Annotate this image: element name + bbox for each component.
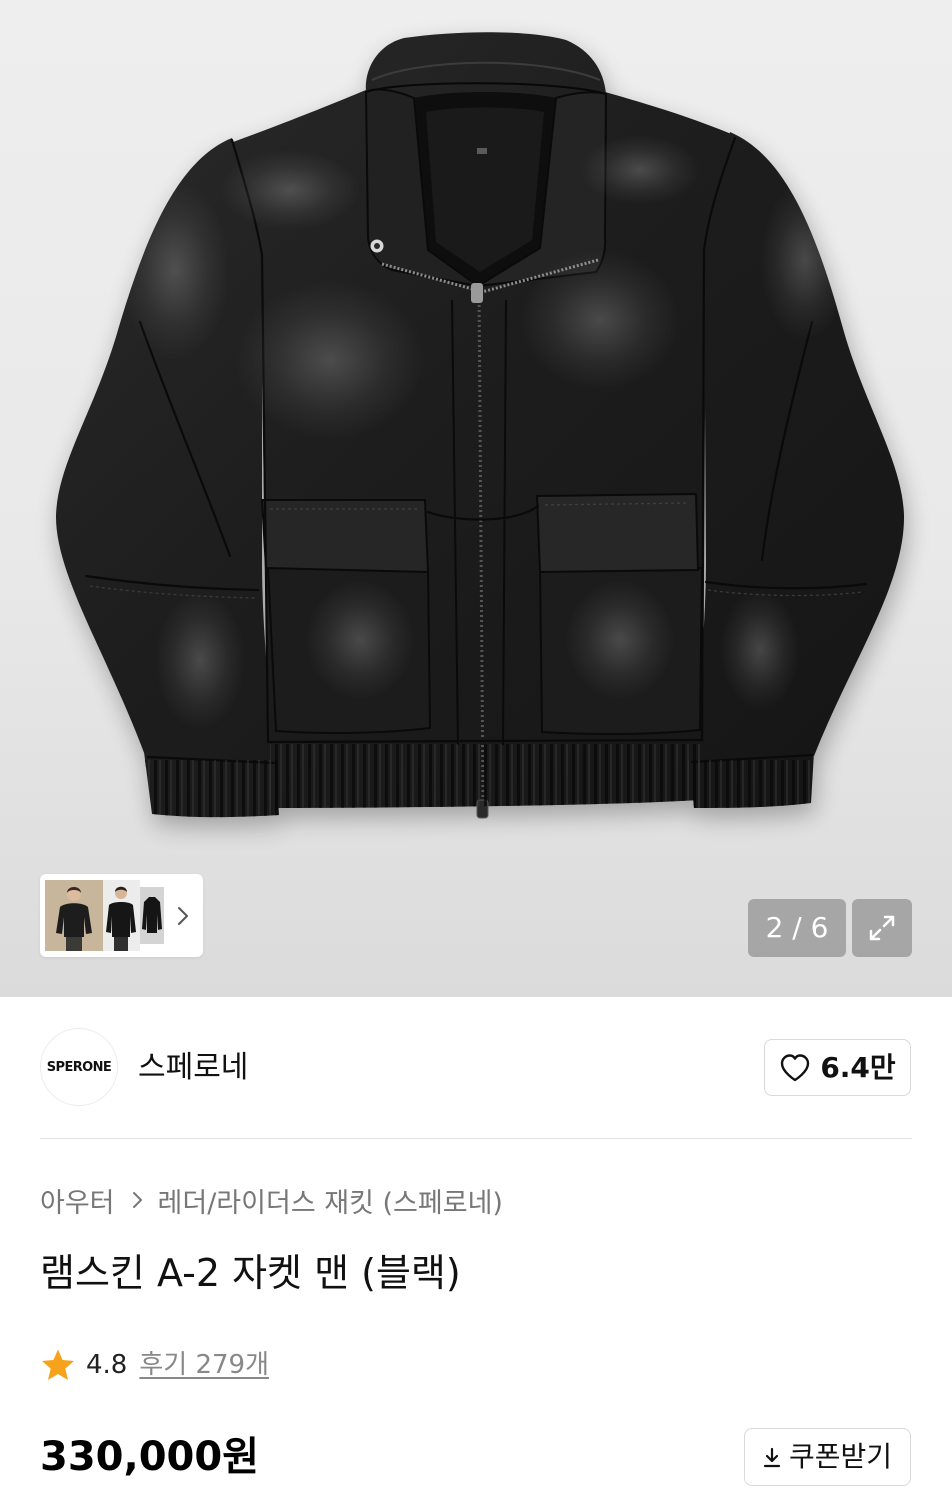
heart-icon xyxy=(781,1053,810,1081)
collar xyxy=(364,61,608,287)
thumbnail-1[interactable] xyxy=(45,880,103,951)
brand-logo[interactable]: SPERONE xyxy=(40,1028,118,1106)
chevron-right-icon xyxy=(132,1192,142,1208)
expand-button[interactable] xyxy=(852,899,912,957)
breadcrumb: 아우터 레더/라이더스 재킷 (스페로네) xyxy=(40,1180,503,1220)
rating-row: 4.8 후기 279개 xyxy=(40,1345,269,1385)
breadcrumb-item-category[interactable]: 레더/라이더스 재킷 (스페로네) xyxy=(158,1181,503,1220)
thumbnail-model-photo xyxy=(106,886,136,951)
reviews-link[interactable]: 후기 279개 xyxy=(139,1348,269,1382)
like-count: 6.4만 xyxy=(820,1050,896,1084)
rating-value: 4.8 xyxy=(86,1350,128,1380)
expand-icon xyxy=(869,915,895,941)
product-gallery[interactable]: 2 / 6 xyxy=(0,0,952,997)
breadcrumb-item-outer[interactable]: 아우터 xyxy=(40,1181,115,1220)
like-button[interactable]: 6.4만 xyxy=(764,1039,911,1096)
divider xyxy=(40,1138,912,1139)
download-icon xyxy=(763,1447,781,1468)
thumbnail-2[interactable] xyxy=(103,880,140,951)
thumbnail-3[interactable] xyxy=(140,887,164,944)
coupon-button[interactable]: 쿠폰받기 xyxy=(744,1428,911,1486)
image-counter: 2 / 6 xyxy=(748,899,846,957)
coupon-label: 쿠폰받기 xyxy=(788,1440,893,1473)
chevron-right-icon[interactable] xyxy=(177,906,189,926)
thumbnail-strip[interactable] xyxy=(40,874,203,957)
star-icon xyxy=(42,1349,74,1380)
product-title: 램스킨 A-2 자켓 맨 (블랙) xyxy=(40,1251,461,1295)
brand-logo-text: SPERONE xyxy=(46,1059,112,1075)
brand-name[interactable]: 스페로네 xyxy=(138,1048,248,1088)
product-image[interactable] xyxy=(0,0,952,997)
thumbnail-model-photo xyxy=(56,887,92,951)
price: 330,000원 xyxy=(40,1434,259,1480)
thumbnail-product-photo xyxy=(142,897,162,933)
